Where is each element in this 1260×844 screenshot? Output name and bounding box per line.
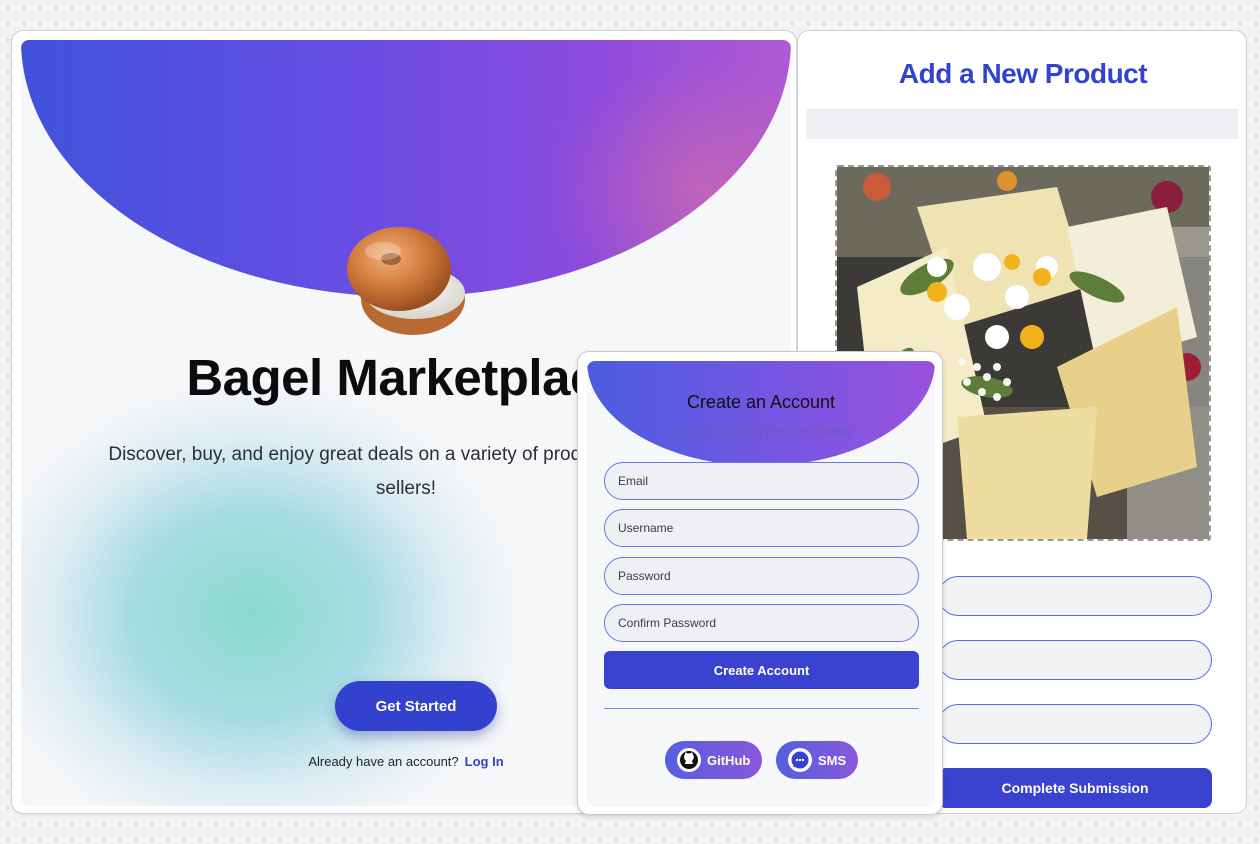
sms-login-button[interactable]: SMS [776,741,859,779]
signup-header-arc [587,361,935,466]
email-field[interactable]: Email [604,462,919,500]
github-icon [677,748,701,772]
username-field[interactable]: Username [604,509,919,547]
github-label: GitHub [707,752,751,768]
github-login-button[interactable]: GitHub [665,741,763,779]
chat-bubble-icon [788,748,812,772]
signup-title: Create an Account [686,392,836,412]
create-account-card: Create an Account Join us by filling the… [577,351,943,815]
password-field[interactable]: Password [604,557,919,595]
signup-subtitle: Join us by filling the form below [670,424,852,439]
product-description-input[interactable] [938,704,1212,744]
sms-label: SMS [818,752,847,768]
divider [604,708,919,709]
product-price-input[interactable] [938,640,1212,680]
complete-submission-button[interactable]: Complete Submission [938,768,1212,808]
login-link[interactable]: Log In [465,754,504,769]
login-prompt-text: Already have an account? [308,754,459,769]
bagel-image [347,227,465,335]
header-divider [806,109,1238,140]
signup-panel: Create an Account Join us by filling the… [587,361,935,807]
product-name-input[interactable] [938,576,1212,616]
create-account-button[interactable]: Create Account [604,651,919,689]
product-form-title: Add a New Product [898,58,1148,89]
get-started-button[interactable]: Get Started [335,681,497,731]
confirm-password-field[interactable]: Confirm Password [604,604,919,642]
